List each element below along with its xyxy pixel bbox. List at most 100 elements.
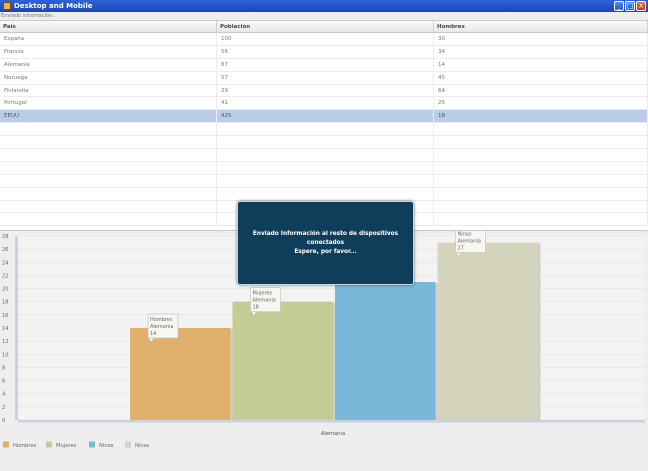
tooltip-value: 27 [458,246,464,252]
y-tick-label: 8 [2,365,5,371]
y-tick-label: 10 [2,352,9,358]
table-row[interactable]: Alemania 67 14 [0,58,648,72]
table-cell [434,174,648,187]
empty-table-row [0,161,648,175]
column-header-pais[interactable]: País [0,21,217,32]
close-button[interactable]: X [636,1,646,11]
data-tooltip: NinasAlemania27 [455,228,486,258]
x-axis-label: Alemania [321,431,345,437]
bar-ninas [437,242,538,420]
table-cell [217,174,434,187]
table-cell [217,187,434,200]
y-tick-label: 26 [2,247,9,253]
table-cell [434,213,648,226]
table-cell: 57 [217,71,434,84]
y-tick-label: 14 [2,326,9,332]
table-cell: 45 [434,71,648,84]
legend-label-ninas: Ninas [135,443,150,449]
y-tick-label: 18 [2,300,9,306]
title-bar[interactable]: Desktop and Mobile _ □ X [0,0,648,12]
table-cell: 64 [434,84,648,97]
y-tick-label: 22 [2,273,9,279]
bar-mujeres [232,301,333,420]
table-cell [434,149,648,161]
legend-swatch-ninas [125,441,131,448]
empty-table-row [0,123,648,137]
table-cell: Portugal [0,97,217,110]
table-cell: 14 [434,58,648,71]
table-cell [0,136,217,149]
legend-swatch-ninos [89,441,95,448]
y-tick-label: 16 [2,313,9,319]
table-row[interactable]: EEUU 425 18 [0,110,648,124]
column-header-hombres[interactable]: Hombres [434,21,648,32]
minimize-button[interactable]: _ [614,1,624,11]
empty-table-row [0,149,648,162]
legend-swatch-hombres [3,441,9,448]
table-cell: 425 [217,110,434,123]
window-controls: _ □ X [614,1,646,11]
y-axis [15,236,18,420]
table-cell [434,187,648,200]
table-cell [0,149,217,161]
table-body: España 100 30 Francia 56 34 Alemania 67 14 Norueg… [0,33,648,227]
tooltip-series: Mujeres [253,291,273,297]
table-cell [217,149,434,161]
tooltip-category: Alemania [253,298,276,304]
table-cell [434,161,648,174]
maximize-button[interactable]: □ [625,1,635,11]
empty-table-row [0,136,648,150]
table-row[interactable]: Finlandia 29 64 [0,84,648,98]
tooltip-value: 14 [150,331,156,337]
tooltip-value: 18 [253,305,259,311]
app-icon [3,2,11,10]
table-cell: España [0,33,217,45]
window-title: Desktop and Mobile [14,2,93,10]
table-cell: EEUU [0,110,217,123]
table-cell: Alemania [0,58,217,71]
data-table[interactable]: País Población Hombres España 100 30 Franci… [0,20,648,231]
table-cell: Francia [0,45,217,58]
table-row[interactable]: España 100 30 [0,33,648,46]
table-cell [434,136,648,149]
table-cell: 56 [217,45,434,58]
table-cell: 18 [434,110,648,123]
table-cell [217,136,434,149]
table-cell: 67 [217,58,434,71]
status-text: Enviado información... [1,13,57,19]
y-tick-label: 2 [2,405,5,411]
y-tick-label: 12 [2,339,9,345]
dialog-message: Enviado Información al resto de disposit… [252,230,399,246]
y-tick-label: 28 [2,234,9,240]
table-cell [217,123,434,136]
table-cell: 30 [434,33,648,45]
tooltip-category: Alemania [150,324,173,330]
table-cell: 41 [217,97,434,110]
tooltip-category: Alemania [458,239,481,245]
bar-hombres [130,328,231,420]
table-cell [0,161,217,174]
table-cell: 25 [434,97,648,110]
table-row[interactable]: Francia 56 34 [0,45,648,59]
table-cell [0,200,217,213]
bar-ninos [335,282,436,420]
table-cell: Noruega [0,71,217,84]
table-cell: 34 [434,45,648,58]
column-header-poblacion[interactable]: Población [217,21,434,32]
table-cell [0,213,217,226]
table-cell: Finlandia [0,84,217,97]
legend-label-ninos: Ninos [99,443,114,449]
y-tick-label: 0 [2,418,5,424]
legend-swatch-mujeres [46,441,52,448]
dialog-wait-message: Espere, por favor... [294,248,357,255]
table-cell [434,123,648,136]
table-cell [434,200,648,213]
y-tick-label: 20 [2,287,9,293]
table-cell [0,174,217,187]
legend-label-hombres: Hombres [13,443,37,449]
x-axis [18,420,645,423]
table-row[interactable]: Portugal 41 25 [0,97,648,111]
empty-table-row [0,187,648,201]
table-row[interactable]: Noruega 57 45 [0,71,648,85]
data-tooltip: MujeresAlemania18 [250,287,281,317]
